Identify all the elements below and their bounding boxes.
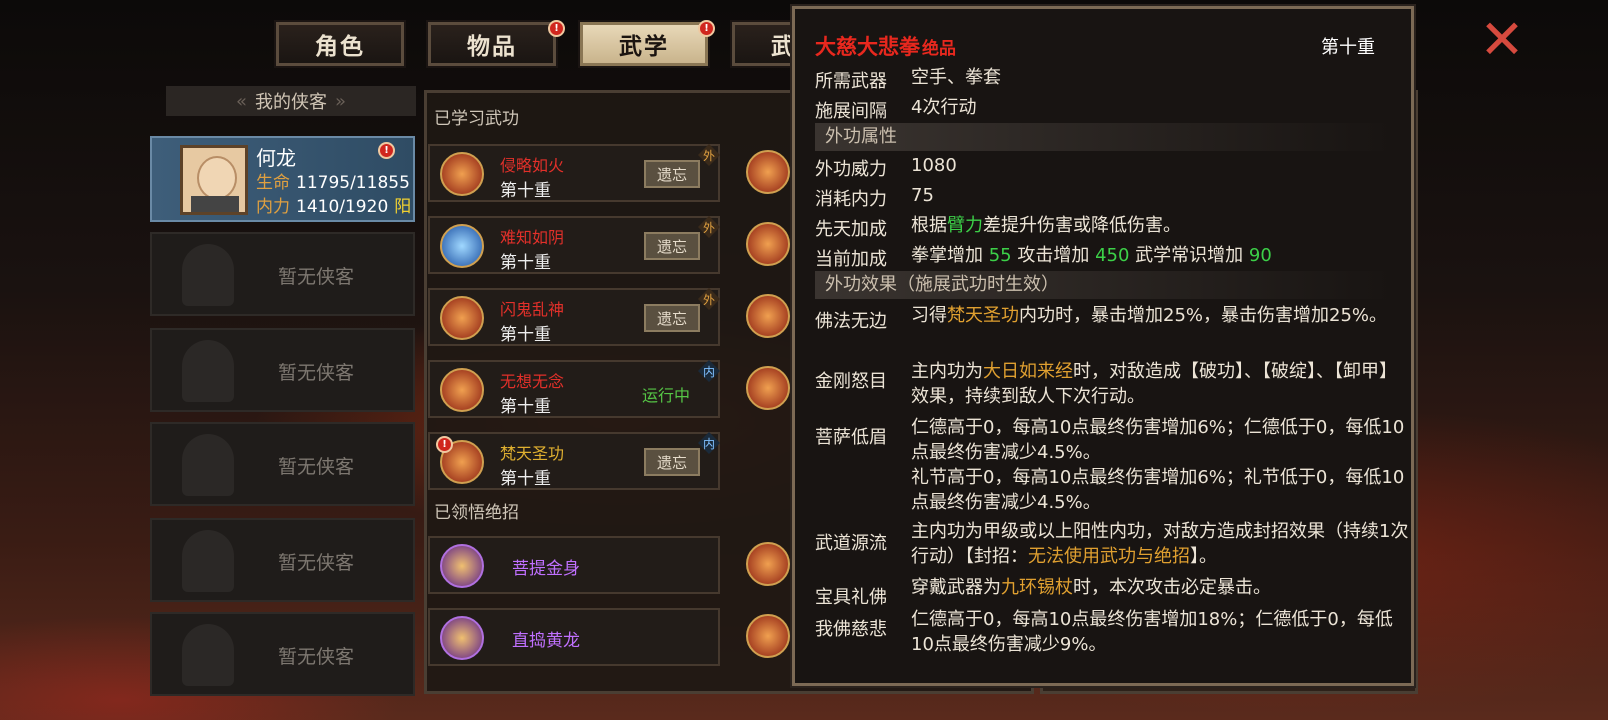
empty-slot[interactable]: 暂无侠客	[150, 232, 415, 316]
alert-icon: !	[378, 142, 395, 159]
tab-martial-arts[interactable]: 武学	[578, 20, 710, 68]
skill-row[interactable]: 无想无念 第十重 运行中 内	[428, 360, 720, 418]
hero-name: 何龙	[256, 146, 296, 170]
skill-icon[interactable]	[746, 366, 790, 410]
internal-tag: 内	[698, 360, 720, 382]
tooltip-tier: 第十重	[1321, 37, 1375, 58]
tab-items[interactable]: 物品	[426, 20, 558, 68]
skill-icon[interactable]	[746, 294, 790, 338]
tab-character[interactable]: 角色	[274, 20, 406, 68]
avatar	[180, 145, 248, 215]
skill-icon	[440, 368, 484, 412]
alert-icon: !	[698, 20, 715, 37]
chevron-right-icon[interactable]: »	[335, 91, 346, 112]
hero-card[interactable]: 何龙 ! 生命 11795/11855 内力 1410/1920 阳	[150, 136, 415, 222]
skill-row[interactable]: ! 梵天圣功 第十重 遗忘 内	[428, 432, 720, 490]
empty-slot[interactable]: 暂无侠客	[150, 328, 415, 412]
ult-title: 已领悟绝招	[434, 503, 519, 523]
ult-icon	[440, 544, 484, 588]
ult-icon[interactable]	[746, 542, 790, 586]
forget-button[interactable]: 遗忘	[644, 448, 700, 476]
empty-slot[interactable]: 暂无侠客	[150, 612, 415, 696]
empty-slot[interactable]: 暂无侠客	[150, 518, 415, 602]
skill-icon	[440, 152, 484, 196]
alert-icon: !	[436, 436, 453, 453]
internal-tag: 内	[698, 432, 720, 454]
close-icon[interactable]: ✕	[1476, 13, 1528, 67]
running-status: 运行中	[642, 386, 691, 405]
skill-icon	[440, 224, 484, 268]
skill-icon[interactable]	[746, 222, 790, 266]
ult-icon	[440, 616, 484, 660]
skill-row[interactable]: 难知如阴 第十重 遗忘 外	[428, 216, 720, 274]
hero-hp: 生命 11795/11855	[256, 173, 410, 193]
skill-tooltip: 大慈大悲拳 绝品 第十重 所需武器 空手、拳套 施展间隔 4次行动 外功属性 外功…	[790, 4, 1416, 688]
empty-slot[interactable]: 暂无侠客	[150, 422, 415, 506]
skill-icon[interactable]	[746, 150, 790, 194]
alert-icon: !	[548, 20, 565, 37]
tooltip-title: 大慈大悲拳 绝品	[815, 35, 956, 59]
companion-header[interactable]: « 我的侠客 »	[166, 86, 416, 116]
hero-mp: 内力 1410/1920 阳	[256, 197, 412, 217]
skill-row[interactable]: 闪鬼乱神 第十重 遗忘 外	[428, 288, 720, 346]
forget-button[interactable]: 遗忘	[644, 232, 700, 260]
external-tag: 外	[698, 288, 720, 310]
ult-icon[interactable]	[746, 614, 790, 658]
external-tag: 外	[698, 144, 720, 166]
learned-title: 已学习武功	[434, 109, 519, 129]
forget-button[interactable]: 遗忘	[644, 304, 700, 332]
skill-icon	[440, 296, 484, 340]
external-tag: 外	[698, 216, 720, 238]
chevron-left-icon[interactable]: «	[236, 91, 247, 112]
forget-button[interactable]: 遗忘	[644, 160, 700, 188]
attr-band: 外功属性	[815, 123, 1395, 151]
effect-band: 外功效果（施展武功时生效）	[815, 271, 1395, 299]
skill-row[interactable]: 侵略如火 第十重 遗忘 外	[428, 144, 720, 202]
companion-header-label: 我的侠客	[255, 92, 327, 113]
ult-row[interactable]: 菩提金身	[428, 536, 720, 594]
ult-row[interactable]: 直捣黄龙	[428, 608, 720, 666]
